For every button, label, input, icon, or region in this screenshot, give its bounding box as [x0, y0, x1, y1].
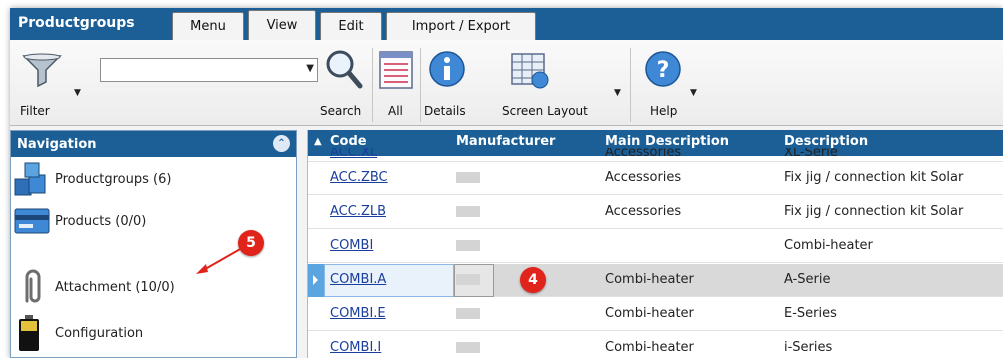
search-label: Search — [320, 104, 362, 118]
nav-item-label: Attachment (10/0) — [55, 279, 175, 295]
table-row[interactable]: ACC.ZLB Accessories Fix jig / connection… — [308, 196, 1003, 229]
svg-text:?: ? — [657, 58, 670, 83]
filter-label: Filter — [20, 104, 50, 118]
row-code-link[interactable]: COMBI.I — [330, 340, 381, 355]
row-description: Combi-heater — [784, 238, 873, 253]
row-indicator-icon — [308, 264, 324, 297]
column-header-description[interactable]: Description — [784, 134, 868, 149]
cubes-icon — [11, 159, 55, 199]
table-row[interactable]: COMBI Combi-heater — [308, 230, 1003, 263]
manufacturer-redacted — [456, 206, 480, 217]
column-header-code[interactable]: Code — [330, 134, 367, 149]
row-code-link[interactable]: COMBI.A — [330, 272, 386, 287]
help-dropdown-arrow[interactable]: ▼ — [690, 88, 697, 98]
manufacturer-redacted — [456, 274, 480, 285]
column-header-manufacturer[interactable]: Manufacturer — [456, 134, 555, 149]
nav-item-productgroups[interactable]: Productgroups (6) — [11, 159, 296, 199]
row-main-description: Combi-heater — [605, 272, 694, 287]
info-icon[interactable] — [428, 50, 466, 88]
toolbar-separator — [420, 48, 421, 122]
row-description: A-Serie — [784, 272, 831, 287]
nav-item-configuration[interactable]: Configuration — [11, 313, 296, 353]
toolbar-separator — [630, 48, 631, 122]
navigation-header: Navigation ⌃ — [11, 131, 296, 157]
paperclip-icon — [11, 267, 55, 307]
table-row[interactable]: ACC.XL Accessories XL-Serie — [308, 148, 1003, 162]
tab-menu[interactable]: Menu — [172, 12, 244, 40]
filter-combobox[interactable]: ▼ — [100, 58, 318, 82]
all-label: All — [388, 104, 403, 118]
toolbar-separator — [372, 48, 373, 122]
sort-ascending-icon[interactable]: ▲ — [314, 136, 322, 147]
callout-badge-4: 4 — [520, 267, 546, 293]
nav-item-attachment[interactable]: Attachment (10/0) — [11, 267, 296, 307]
callout-arrow — [196, 247, 243, 274]
manufacturer-redacted — [456, 342, 480, 353]
row-main-description: Accessories — [605, 170, 682, 185]
product-grid: ▲ Code Manufacturer Main Description Des… — [307, 130, 1003, 358]
row-description: i-Series — [784, 340, 833, 355]
nav-item-label: Products (0/0) — [55, 213, 147, 229]
row-description: Fix jig / connection kit Solar — [784, 204, 964, 219]
screen-layout-icon[interactable] — [510, 50, 550, 90]
row-description: Fix jig / connection kit Solar — [784, 170, 964, 185]
collapse-icon[interactable]: ⌃ — [273, 135, 290, 152]
row-code-link[interactable]: COMBI — [330, 238, 373, 253]
application-window: Productgroups Menu View Edit Import / Ex… — [10, 8, 1003, 358]
row-code-link[interactable]: ACC.ZBC — [330, 170, 388, 185]
column-header-main-description[interactable]: Main Description — [605, 134, 729, 149]
table-row[interactable]: ACC.ZBC Accessories Fix jig / connection… — [308, 162, 1003, 195]
row-main-description: Combi-heater — [605, 306, 694, 321]
manufacturer-redacted — [456, 240, 480, 251]
nav-item-label: Configuration — [55, 325, 144, 341]
manufacturer-redacted — [456, 308, 480, 319]
screen-layout-dropdown-arrow[interactable]: ▼ — [614, 88, 621, 98]
funnel-icon[interactable] — [20, 52, 66, 90]
tab-view[interactable]: View — [248, 10, 316, 40]
row-main-description: Combi-heater — [605, 340, 694, 355]
row-description: E-Series — [784, 306, 837, 321]
filter-dropdown-arrow[interactable]: ▼ — [74, 88, 81, 98]
row-code-link[interactable]: ACC.ZLB — [330, 204, 386, 219]
combo-dropdown-icon[interactable]: ▼ — [306, 63, 314, 74]
toolbar: ▼ Filter ▼ Search All Details ▼ Screen L… — [10, 40, 1003, 126]
details-label: Details — [424, 104, 466, 118]
table-row[interactable]: COMBI.E Combi-heater E-Series — [308, 298, 1003, 331]
row-code-link[interactable]: COMBI.E — [330, 306, 386, 321]
row-main-description: Accessories — [605, 204, 682, 219]
tab-edit[interactable]: Edit — [320, 12, 382, 40]
app-title: Productgroups — [18, 15, 135, 31]
card-icon — [11, 201, 55, 241]
table-row[interactable]: COMBI.I Combi-heater i-Series — [308, 332, 1003, 358]
screen-layout-label: Screen Layout — [502, 104, 588, 118]
manufacturer-redacted — [456, 172, 480, 183]
navigation-title: Navigation — [17, 137, 97, 152]
battery-icon — [11, 313, 55, 353]
magnifier-icon[interactable] — [324, 48, 364, 92]
help-label: Help — [650, 104, 678, 118]
help-icon[interactable]: ? — [644, 50, 682, 88]
tab-bar: Productgroups Menu View Edit Import / Ex… — [10, 8, 1003, 40]
nav-item-label: Productgroups (6) — [55, 171, 172, 187]
tab-import-export[interactable]: Import / Export — [386, 12, 536, 40]
list-icon[interactable] — [378, 50, 414, 90]
table-row-selected[interactable]: COMBI.A Combi-heater A-Serie 4 — [308, 264, 1003, 297]
